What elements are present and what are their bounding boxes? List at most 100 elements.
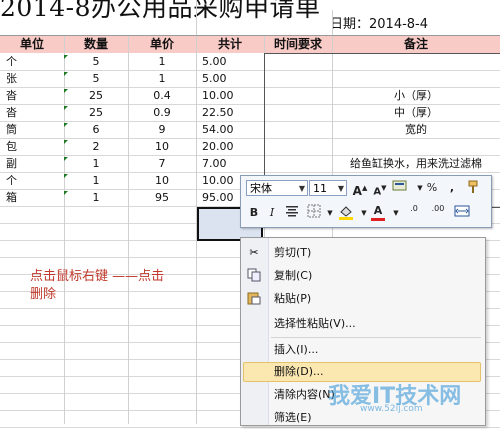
shrink-font-button[interactable]: A▼	[371, 179, 389, 197]
font-size-value: 11	[313, 182, 327, 195]
grid-line	[128, 36, 129, 424]
sheet-title: 2014-8办公用品采购申请单	[0, 0, 321, 22]
error-indicator-icon	[64, 123, 68, 127]
chevron-down-icon[interactable]: ▼	[299, 181, 305, 197]
menu-item-label: 插入(I)...	[274, 343, 319, 356]
accounting-icon	[392, 180, 407, 191]
cell-quantity[interactable]: 25	[64, 88, 128, 104]
cell-quantity[interactable]: 5	[64, 54, 128, 70]
cell-unit[interactable]: 箱	[0, 190, 70, 206]
cell-unit-price[interactable]: 1	[128, 54, 196, 70]
cell-total[interactable]: 5.00	[196, 71, 270, 87]
error-indicator-icon	[64, 89, 68, 93]
instruction-line-1: 点击鼠标右键 ——点击	[30, 269, 165, 284]
cell-unit[interactable]: 沓	[0, 105, 70, 121]
format-painter-button[interactable]	[465, 179, 483, 197]
cell-total[interactable]: 10.00	[196, 88, 270, 104]
decrease-decimal-button[interactable]: .00	[427, 204, 449, 222]
cell-unit[interactable]: 沓	[0, 88, 70, 104]
font-color-button[interactable]: A	[369, 202, 387, 221]
error-indicator-icon	[64, 174, 68, 178]
instruction-line-2: 删除	[30, 287, 57, 302]
align-center-icon	[286, 206, 298, 217]
menu-item-label: 复制(C)	[274, 269, 313, 282]
instruction-note: 点击鼠标右键 ——点击 删除	[30, 268, 190, 304]
cell-quantity[interactable]: 6	[64, 122, 128, 138]
error-indicator-icon	[64, 106, 68, 110]
menu-item-label: 删除(D)...	[274, 365, 324, 378]
chevron-down-icon[interactable]: ▼	[338, 181, 344, 197]
shrink-font-label: A	[373, 186, 382, 198]
menu-separator	[271, 337, 481, 338]
header-unit[interactable]: 单位	[0, 36, 64, 53]
menu-item-label: 选择性粘贴(V)...	[274, 317, 356, 330]
sheet-date: 日期：2014-8-4	[330, 17, 429, 32]
menu-item-copy[interactable]: 复制(C)	[241, 265, 485, 287]
cell-total[interactable]: 20.00	[196, 139, 270, 155]
grid-line	[0, 35, 500, 36]
grid-line	[64, 36, 65, 424]
cell-unit[interactable]: 包	[0, 139, 70, 155]
paintbrush-icon	[468, 180, 478, 193]
header-unit-price[interactable]: 单价	[128, 36, 196, 53]
cell-total[interactable]: 7.00	[196, 156, 270, 172]
cell-quantity[interactable]: 1	[64, 173, 128, 189]
cell-quantity[interactable]: 2	[64, 139, 128, 155]
cell-unit-price[interactable]: 0.4	[128, 88, 196, 104]
cell-total[interactable]: 54.00	[196, 122, 270, 138]
error-indicator-icon	[64, 140, 68, 144]
comma-style-button[interactable]: ,	[443, 179, 461, 197]
menu-item-label: 清除内容(N)	[274, 388, 335, 401]
paint-bucket-icon	[339, 206, 353, 220]
grow-font-button[interactable]: A▲	[351, 179, 369, 198]
cell-unit[interactable]: 个	[0, 173, 70, 189]
cell-unit-price[interactable]: 7	[128, 156, 196, 172]
cell-total[interactable]: 22.50	[196, 105, 270, 121]
table-header-row: 单位 数量 单价 共计 时间要求 备注	[0, 36, 500, 53]
header-total[interactable]: 共计	[196, 36, 264, 53]
header-time-required[interactable]: 时间要求	[264, 36, 332, 53]
header-quantity[interactable]: 数量	[64, 36, 128, 53]
cell-unit-price[interactable]: 10	[128, 139, 196, 155]
menu-item-insert[interactable]: 插入(I)...	[241, 339, 485, 361]
font-name-combo[interactable]: 宋体 ▼	[246, 180, 308, 196]
cell-unit[interactable]: 个	[0, 54, 70, 70]
cell-unit-price[interactable]: 9	[128, 122, 196, 138]
percent-style-button[interactable]: %	[423, 179, 441, 197]
menu-item-paste-special[interactable]: 选择性粘贴(V)...	[241, 313, 485, 335]
center-align-button[interactable]	[283, 204, 301, 222]
font-color-swatch	[371, 218, 385, 221]
error-indicator-icon	[64, 72, 68, 76]
error-indicator-icon	[64, 55, 68, 59]
increase-decimal-label: .0	[410, 204, 418, 213]
cell-total[interactable]: 5.00	[196, 54, 270, 70]
font-size-combo[interactable]: 11 ▼	[309, 180, 347, 196]
mini-toolbar: 宋体 ▼ 11 ▼ A▲ A▼ ▼ % , B I ▼ ▼ A ▼ .0 .00	[240, 175, 492, 228]
cell-unit-price[interactable]: 10	[128, 173, 196, 189]
italic-button[interactable]: I	[263, 204, 281, 222]
cell-unit[interactable]: 筒	[0, 122, 70, 138]
merge-center-button[interactable]	[453, 204, 471, 222]
menu-item-paste[interactable]: 粘贴(P)	[241, 288, 485, 310]
grow-font-label: A	[352, 184, 362, 198]
increase-decimal-button[interactable]: .0	[403, 204, 425, 222]
cell-quantity[interactable]: 1	[64, 156, 128, 172]
cell-unit-price[interactable]: 95	[128, 190, 196, 206]
cell-unit[interactable]: 副	[0, 156, 70, 172]
cell-unit-price[interactable]: 0.9	[128, 105, 196, 121]
watermark-url: www.52ij.com	[360, 404, 423, 414]
cell-quantity[interactable]: 1	[64, 190, 128, 206]
cell-quantity[interactable]: 25	[64, 105, 128, 121]
font-name-value: 宋体	[250, 182, 272, 195]
header-remarks[interactable]: 备注	[332, 36, 500, 53]
bold-button[interactable]: B	[245, 204, 263, 222]
decrease-decimal-label: .00	[431, 204, 445, 213]
cell-unit[interactable]: 张	[0, 71, 70, 87]
cell-unit-price[interactable]: 1	[128, 71, 196, 87]
menu-item-cut[interactable]: ✂ 剪切(T)	[241, 242, 485, 264]
cell-quantity[interactable]: 5	[64, 71, 128, 87]
accounting-format-button[interactable]	[391, 179, 409, 197]
fill-color-button[interactable]	[337, 204, 355, 222]
paste-icon	[246, 291, 262, 307]
merge-cells-icon	[454, 205, 470, 217]
